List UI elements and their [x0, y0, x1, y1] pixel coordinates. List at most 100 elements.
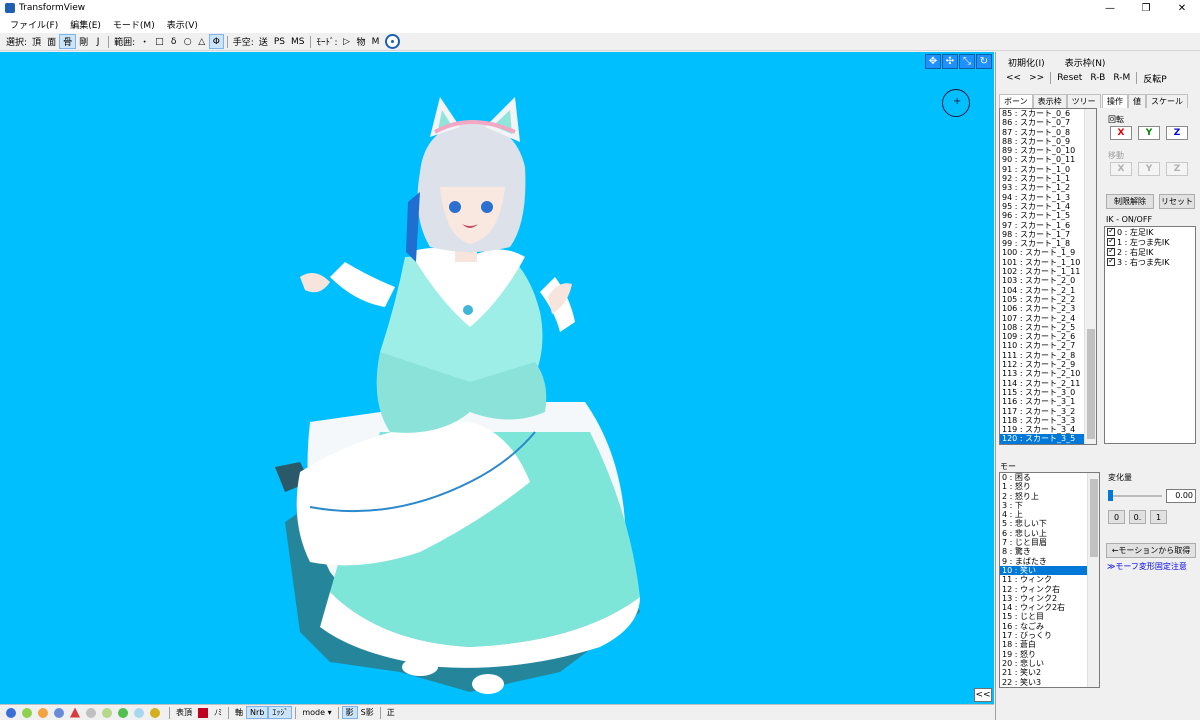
scale-icon[interactable]: ⤡	[959, 54, 975, 69]
bone-list-item[interactable]: 114 : スカート_2_11	[1000, 379, 1096, 388]
bone-list-item[interactable]: 105 : スカート_2_2	[1000, 295, 1096, 304]
menu-edit[interactable]: 編集(E)	[64, 18, 107, 31]
init-button[interactable]: 初期化(I)	[1004, 55, 1049, 69]
edge-toggle[interactable]: ｴｯｼﾞ	[268, 706, 293, 719]
bone-list-item[interactable]: 104 : スカート_2_1	[1000, 286, 1096, 295]
ik-item[interactable]: 3 : 右つま先IK	[1105, 256, 1195, 267]
limit-release-button[interactable]: 制限解除	[1106, 194, 1154, 209]
bone-list-item[interactable]: 112 : スカート_2_9	[1000, 360, 1096, 369]
morph-list-item[interactable]: 8 : 驚き	[1000, 547, 1099, 556]
bone-list-item[interactable]: 119 : スカート_3_4	[1000, 425, 1096, 434]
ik-item[interactable]: 1 : 左つま先IK	[1105, 236, 1195, 247]
checkbox-icon[interactable]	[1107, 246, 1115, 256]
select-vertex-button[interactable]: 頂	[29, 34, 44, 49]
normal-toggle[interactable]: ﾉﾐ	[211, 706, 225, 719]
joint-display-icon[interactable]	[86, 707, 96, 718]
mode-dropdown[interactable]: mode ▾	[299, 706, 334, 719]
tab-display-frame[interactable]: 表示枠	[1032, 94, 1067, 108]
ik-item[interactable]: 0 : 左足IK	[1105, 226, 1195, 237]
minimize-button[interactable]: —	[1092, 0, 1128, 16]
tab-tree[interactable]: ツリー	[1066, 94, 1101, 108]
morph-list-item[interactable]: 10 : 笑い	[1000, 565, 1099, 576]
reset-button[interactable]: リセット	[1159, 194, 1195, 209]
morph-list-item[interactable]: 17 : びっくり	[1000, 631, 1099, 640]
mode-m-button[interactable]: M	[369, 34, 383, 49]
bone-list-item[interactable]: 115 : スカート_3_0	[1000, 388, 1096, 397]
display-frame-button[interactable]: 表示枠(N)	[1061, 55, 1110, 69]
morph-list-item[interactable]: 22 : 笑い3	[1000, 678, 1099, 687]
move-y-button[interactable]: Y	[1138, 162, 1160, 176]
bone-list-item[interactable]: 85 : スカート_0_6	[1000, 109, 1096, 118]
preset-05-button[interactable]: 0.	[1129, 510, 1146, 524]
checkbox-icon[interactable]	[1107, 226, 1115, 236]
bone-list-item[interactable]: 87 : スカート_0_8	[1000, 128, 1096, 137]
range-circle-button[interactable]: ○	[181, 34, 195, 49]
bone-list-item[interactable]: 108 : スカート_2_5	[1000, 323, 1096, 332]
morph-list-item[interactable]: 3 : 下	[1000, 501, 1099, 510]
bone-list-item[interactable]: 101 : スカート_1_10	[1000, 258, 1096, 267]
bone-list-item[interactable]: 98 : スカート_1_7	[1000, 230, 1096, 239]
bone-list-item[interactable]: 106 : スカート_2_3	[1000, 304, 1096, 313]
bone-list-item[interactable]: 99 : スカート_1_8	[1000, 239, 1096, 248]
menu-file[interactable]: ファイル(F)	[4, 18, 64, 31]
target-icon[interactable]	[384, 34, 400, 49]
bone-list-item[interactable]: 102 : スカート_1_11	[1000, 267, 1096, 276]
bone-list-item[interactable]: 118 : スカート_3_3	[1000, 416, 1096, 425]
rigid-display-icon[interactable]	[54, 707, 64, 718]
move-icon[interactable]: ✥	[925, 54, 941, 69]
prev-button[interactable]: <<	[1002, 71, 1025, 85]
pivot-ms-button[interactable]: MS	[288, 34, 307, 49]
bone-list-item[interactable]: 111 : スカート_2_8	[1000, 351, 1096, 360]
bone-list-item[interactable]: 94 : スカート_1_3	[1000, 193, 1096, 202]
move-all-icon[interactable]: ✣	[942, 54, 958, 69]
scroll-thumb[interactable]	[1090, 479, 1098, 557]
bone-list-item[interactable]: 120 : スカート_3_5	[1000, 434, 1096, 444]
bone-list-item[interactable]: 100 : スカート_1_9	[1000, 248, 1096, 257]
amount-input[interactable]: 0.00	[1166, 489, 1196, 503]
select-joint-button[interactable]: J	[91, 34, 105, 49]
material-display-icon[interactable]	[22, 707, 32, 718]
bone-list-item[interactable]: 97 : スカート_1_6	[1000, 221, 1096, 230]
move-z-button[interactable]: Z	[1166, 162, 1188, 176]
checkbox-icon[interactable]	[1107, 256, 1115, 266]
tab-value[interactable]: 値	[1128, 94, 1146, 108]
mode-physics-button[interactable]: 物	[354, 34, 369, 49]
light-display-icon[interactable]	[150, 707, 160, 718]
bone-display-icon[interactable]	[38, 707, 48, 718]
morph-list-item[interactable]: 0 : 困る	[1000, 473, 1099, 482]
morph-list-item[interactable]: 16 : なごみ	[1000, 622, 1099, 631]
bone-list-scrollbar[interactable]	[1084, 109, 1096, 444]
bone-list-item[interactable]: 90 : スカート_0_11	[1000, 155, 1096, 164]
morph-list-item[interactable]: 7 : じと目眉	[1000, 538, 1099, 547]
morph-list[interactable]: 0 : 困る 1 : 怒り 2 : 怒り上 3 : 下4 : 上5 : 悲しい下 6 :…	[999, 472, 1100, 688]
select-face-button[interactable]: 面	[44, 34, 59, 49]
mode-play-button[interactable]: ▷	[340, 34, 354, 49]
morph-list-item[interactable]: 1 : 怒り	[1000, 482, 1099, 491]
ik-item[interactable]: 2 : 右足IK	[1105, 246, 1195, 257]
next-button[interactable]: >>	[1025, 71, 1048, 85]
preset-1-button[interactable]: 1	[1150, 510, 1167, 524]
morph-list-item[interactable]: 9 : まばたき	[1000, 557, 1099, 566]
vertex-display-icon[interactable]	[6, 707, 16, 718]
vertex-toggle[interactable]: 表頂	[173, 706, 195, 719]
morph-list-scrollbar[interactable]	[1087, 473, 1099, 687]
bone-list-item[interactable]: 93 : スカート_1_2	[1000, 183, 1096, 192]
morph-list-item[interactable]: 2 : 怒り上	[1000, 492, 1099, 501]
collapse-panel-button[interactable]: <<	[974, 688, 992, 702]
self-shadow-toggle[interactable]: S影	[358, 706, 377, 719]
reset-bone-button[interactable]: R-B	[1086, 71, 1109, 85]
bone-list-item[interactable]: 110 : スカート_2_7	[1000, 341, 1096, 350]
axis-toggle[interactable]: 軸	[232, 706, 246, 719]
range-triangle-button[interactable]: △	[195, 34, 209, 49]
menu-mode[interactable]: モード(M)	[107, 18, 161, 31]
nrb-toggle[interactable]: Nrb	[246, 706, 269, 719]
morph-list-item[interactable]: 12 : ウィンク右	[1000, 585, 1099, 594]
front-view-toggle[interactable]: 正	[384, 706, 398, 719]
slider-thumb[interactable]	[1108, 490, 1113, 501]
bone-list-item[interactable]: 103 : スカート_2_0	[1000, 276, 1096, 285]
morph-list-item[interactable]: 15 : じと目	[1000, 612, 1099, 621]
reset-pose-button[interactable]: Reset	[1053, 71, 1086, 85]
morph-list-item[interactable]: 21 : 笑い2	[1000, 668, 1099, 677]
menu-view[interactable]: 表示(V)	[161, 18, 204, 31]
select-rigid-button[interactable]: 剛	[76, 34, 91, 49]
